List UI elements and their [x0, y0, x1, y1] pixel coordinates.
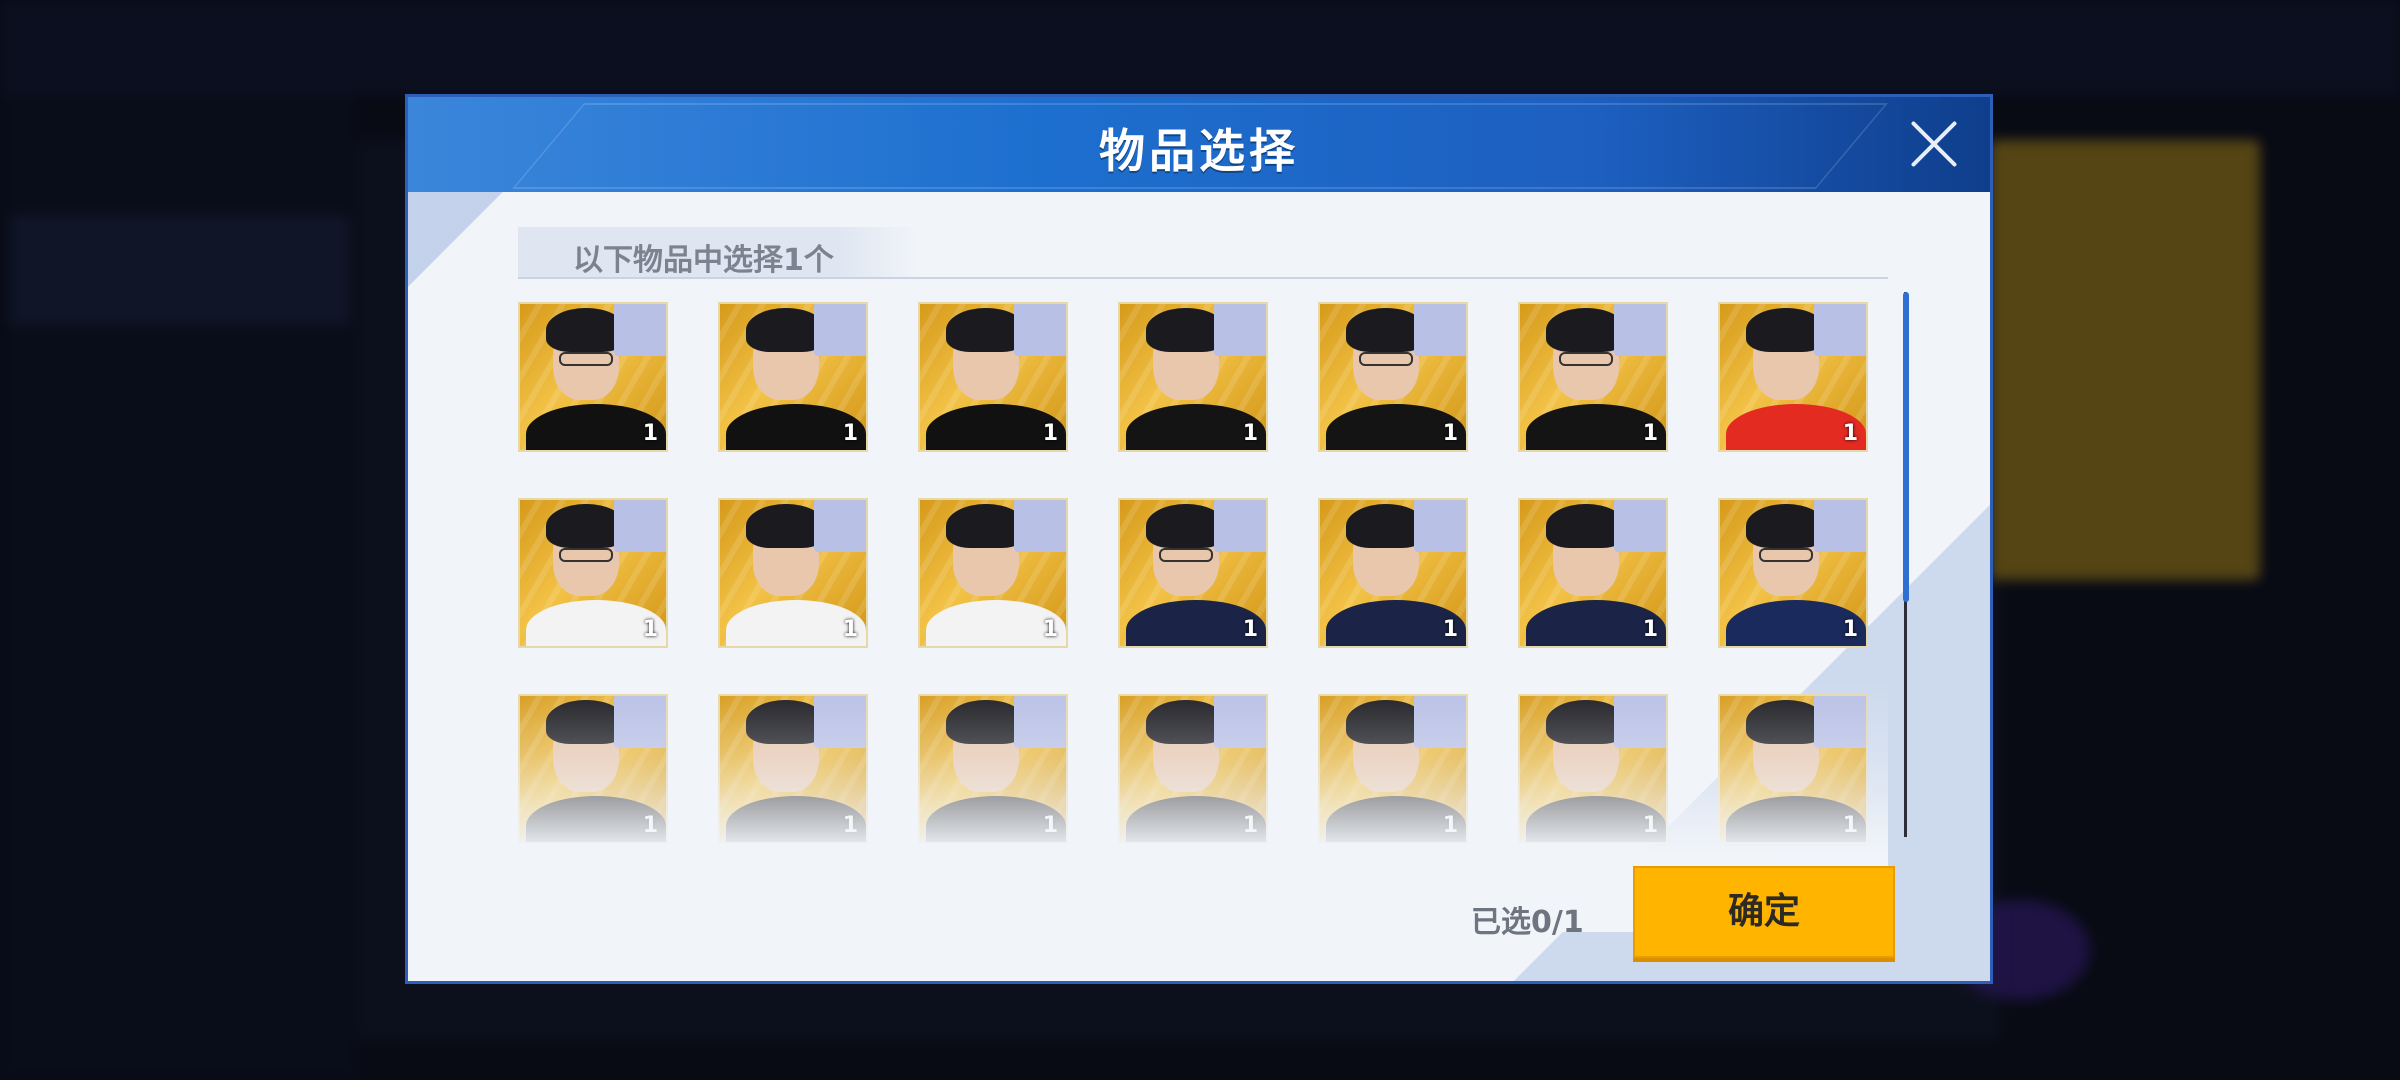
item-count: 1: [842, 617, 858, 642]
item-card[interactable]: 1: [518, 498, 668, 648]
item-card[interactable]: 1: [1318, 694, 1468, 844]
item-count: 1: [1442, 617, 1458, 642]
dialog-title: 物品选择: [1099, 124, 1299, 178]
select-checkbox[interactable]: [614, 304, 666, 356]
selection-instruction: 以下物品中选择1个: [573, 243, 834, 278]
item-select-dialog: 物品选择 以下物品中选择1个 1 1 1 1 1 1 1 1 1 1 1 1 1 1 1 1 1 1 1 1 1 已选0…: [405, 94, 1993, 984]
item-count: 1: [1842, 813, 1858, 838]
item-grid-scroll-area[interactable]: 1 1 1 1 1 1 1 1 1 1 1 1 1 1 1 1 1 1 1 1 1: [518, 302, 1888, 932]
select-checkbox[interactable]: [1014, 500, 1066, 552]
item-count: 1: [642, 421, 658, 446]
item-card[interactable]: 1: [1318, 302, 1468, 452]
item-card[interactable]: 1: [718, 694, 868, 844]
item-card[interactable]: 1: [1718, 302, 1868, 452]
glasses-icon: [1359, 352, 1413, 366]
dialog-header: 物品选择: [408, 97, 1990, 192]
select-checkbox[interactable]: [1614, 304, 1666, 356]
item-card[interactable]: 1: [1118, 302, 1268, 452]
item-card[interactable]: 1: [918, 302, 1068, 452]
select-checkbox[interactable]: [814, 696, 866, 748]
select-checkbox[interactable]: [1214, 304, 1266, 356]
select-checkbox[interactable]: [614, 500, 666, 552]
item-card[interactable]: 1: [1118, 498, 1268, 648]
selected-count: 已选0/1: [1471, 905, 1584, 940]
select-checkbox[interactable]: [1014, 304, 1066, 356]
item-count: 1: [642, 617, 658, 642]
item-card[interactable]: 1: [1718, 498, 1868, 648]
item-count: 1: [1442, 421, 1458, 446]
item-card[interactable]: 1: [918, 694, 1068, 844]
item-card[interactable]: 1: [518, 302, 668, 452]
item-card[interactable]: 1: [1718, 694, 1868, 844]
dialog-decoration: [408, 187, 508, 347]
select-checkbox[interactable]: [1814, 304, 1866, 356]
item-card[interactable]: 1: [718, 302, 868, 452]
select-checkbox[interactable]: [1214, 696, 1266, 748]
select-checkbox[interactable]: [1814, 500, 1866, 552]
item-grid: 1 1 1 1 1 1 1 1 1 1 1 1 1 1 1 1 1 1 1 1 1: [518, 302, 1888, 844]
item-count: 1: [1642, 813, 1658, 838]
item-count: 1: [1642, 421, 1658, 446]
item-count: 1: [1842, 617, 1858, 642]
confirm-button[interactable]: 确定: [1633, 866, 1895, 958]
item-card[interactable]: 1: [718, 498, 868, 648]
select-checkbox[interactable]: [614, 696, 666, 748]
divider: [518, 277, 1888, 279]
select-checkbox[interactable]: [1414, 500, 1466, 552]
select-checkbox[interactable]: [814, 500, 866, 552]
glasses-icon: [1159, 548, 1213, 562]
close-button[interactable]: [1904, 115, 1962, 173]
item-card[interactable]: 1: [918, 498, 1068, 648]
item-count: 1: [1842, 421, 1858, 446]
item-card[interactable]: 1: [1318, 498, 1468, 648]
item-count: 1: [1242, 617, 1258, 642]
select-checkbox[interactable]: [1414, 696, 1466, 748]
item-count: 1: [842, 421, 858, 446]
item-card[interactable]: 1: [1518, 302, 1668, 452]
item-count: 1: [1642, 617, 1658, 642]
item-card[interactable]: 1: [1518, 694, 1668, 844]
glasses-icon: [1559, 352, 1613, 366]
glasses-icon: [559, 352, 613, 366]
item-count: 1: [642, 813, 658, 838]
select-checkbox[interactable]: [1414, 304, 1466, 356]
item-count: 1: [1042, 617, 1058, 642]
glasses-icon: [559, 548, 613, 562]
item-count: 1: [1242, 813, 1258, 838]
item-count: 1: [1042, 421, 1058, 446]
item-card[interactable]: 1: [1518, 498, 1668, 648]
select-checkbox[interactable]: [1214, 500, 1266, 552]
item-count: 1: [1042, 813, 1058, 838]
item-card[interactable]: 1: [1118, 694, 1268, 844]
item-count: 1: [1242, 421, 1258, 446]
select-checkbox[interactable]: [1814, 696, 1866, 748]
item-count: 1: [1442, 813, 1458, 838]
select-checkbox[interactable]: [1614, 500, 1666, 552]
item-count: 1: [842, 813, 858, 838]
select-checkbox[interactable]: [1014, 696, 1066, 748]
item-card[interactable]: 1: [518, 694, 668, 844]
select-checkbox[interactable]: [1614, 696, 1666, 748]
scrollbar-thumb[interactable]: [1903, 292, 1909, 602]
select-checkbox[interactable]: [814, 304, 866, 356]
glasses-icon: [1759, 548, 1813, 562]
